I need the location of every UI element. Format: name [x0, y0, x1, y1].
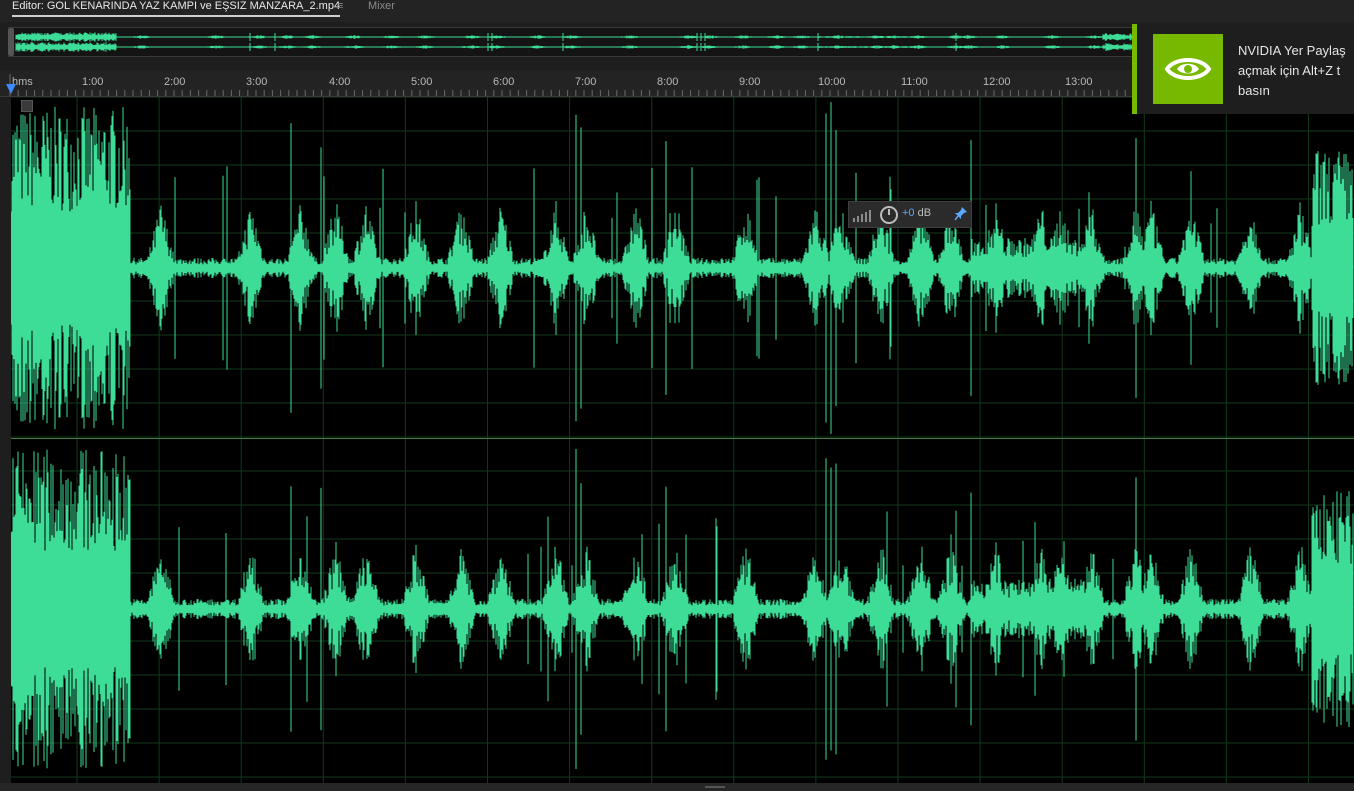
hud-volume-control[interactable]: +0 dB [848, 201, 972, 228]
horizontal-scrollbar[interactable] [0, 783, 1354, 791]
ruler-tick-label: 5:00 [411, 76, 433, 88]
ruler-tick-label: 12:00 [983, 76, 1011, 88]
ruler-tick-label: 7:00 [575, 76, 597, 88]
ruler-tick-label: 2:00 [164, 76, 186, 88]
nvidia-notification[interactable]: NVIDIA Yer Paylaş açmak için Alt+Z t bas… [1132, 24, 1354, 114]
ruler-tick-label: 6:00 [493, 76, 515, 88]
ruler-tick-label: 10:00 [818, 76, 846, 88]
volume-readout: +0 dB [902, 207, 931, 219]
volume-knob-icon[interactable] [880, 206, 898, 224]
nvidia-eye-icon [1153, 34, 1223, 104]
notification-line: NVIDIA Yer Paylaş [1238, 43, 1346, 58]
channel-divider [11, 438, 1354, 439]
ruler-tick-label: 8:00 [657, 76, 679, 88]
level-bars-icon [853, 210, 871, 222]
volume-value: +0 [902, 207, 915, 219]
notification-line: basın [1238, 83, 1270, 98]
ruler-tick-label: 11:00 [901, 76, 928, 88]
channel-waveform [11, 102, 1354, 434]
tab-menu-icon[interactable]: ≡ [337, 0, 343, 12]
ruler-tick-label: 13:00 [1065, 76, 1093, 88]
stereo-waveform [11, 97, 1354, 783]
playhead-marker[interactable] [6, 84, 16, 94]
volume-unit: dB [917, 207, 932, 219]
tab-mixer[interactable]: Mixer [368, 0, 395, 20]
overview-zoom-handle-left[interactable] [8, 28, 14, 56]
ruler-tick-label: 9:00 [739, 76, 761, 88]
channel-toggle-icon[interactable] [21, 100, 33, 112]
notification-line: açmak için Alt+Z t [1238, 63, 1341, 78]
overview-channel [15, 32, 1138, 42]
channel-waveform [11, 449, 1354, 769]
pin-icon[interactable] [954, 206, 968, 222]
tab-editor[interactable]: Editor: GOL KENARINDA YAZ KAMPI ve EŞSIZ… [12, 0, 341, 20]
notification-text: NVIDIA Yer Paylaş açmak için Alt+Z t bas… [1238, 41, 1346, 101]
waveform-display[interactable] [11, 97, 1354, 783]
panel-resize-grip[interactable] [705, 786, 725, 788]
editor-tabbar: Editor: GOL KENARINDA YAZ KAMPI ve EŞSIZ… [0, 0, 1354, 22]
ruler-tick-label: 3:00 [246, 76, 268, 88]
ruler-tick-label: 4:00 [329, 76, 351, 88]
ruler-tick-label: 1:00 [82, 76, 104, 88]
notification-accent-stripe [1132, 24, 1137, 114]
overview-channel [15, 42, 1138, 52]
